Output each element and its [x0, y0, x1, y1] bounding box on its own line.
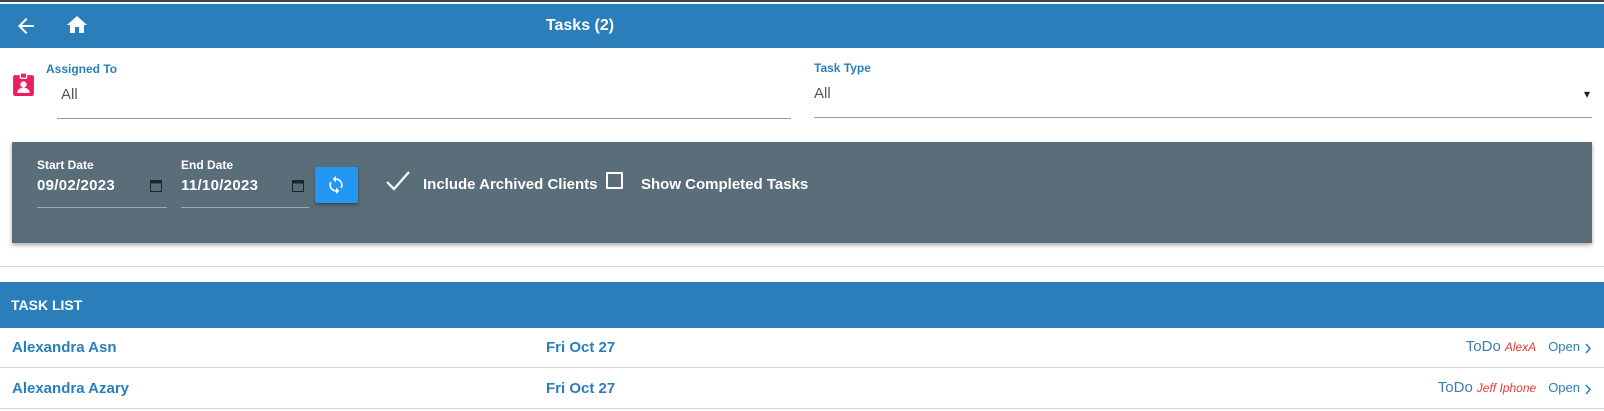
start-date-underline — [37, 207, 167, 208]
divider — [0, 266, 1604, 267]
task-assignee: Jeff Iphone — [1476, 381, 1537, 395]
task-date: Fri Oct 27 — [546, 380, 616, 397]
refresh-icon — [329, 175, 343, 195]
show-completed-checkbox[interactable] — [606, 172, 623, 189]
show-completed-label[interactable]: Show Completed Tasks — [641, 176, 808, 193]
include-archived-label[interactable]: Include Archived Clients — [423, 176, 598, 193]
task-list-title: TASK LIST — [11, 297, 83, 313]
task-date: Fri Oct 27 — [546, 339, 616, 356]
task-meta: ToDo Jeff Iphone Open — [1438, 379, 1592, 399]
assigned-to-field[interactable]: All — [56, 78, 791, 118]
task-row[interactable]: Alexandra Azary Fri Oct 27 ToDo Jeff Iph… — [0, 369, 1604, 409]
tasks-screen: Tasks (2) Assigned To All Task Type All … — [0, 0, 1604, 411]
task-type-label: Task Type — [814, 61, 871, 75]
task-meta: ToDo AlexA Open — [1466, 338, 1592, 358]
app-header: Tasks (2) — [0, 4, 1604, 48]
task-type-value: All — [814, 85, 831, 102]
task-assignee: AlexA — [1504, 340, 1537, 354]
chevron-right-icon[interactable] — [1584, 343, 1592, 354]
task-type-select[interactable]: All ▾ — [814, 78, 1592, 118]
end-date-underline — [181, 207, 309, 208]
person-badge-icon — [13, 72, 34, 96]
task-row[interactable]: Alexandra Asn Fri Oct 27 ToDo AlexA Open — [0, 328, 1604, 368]
end-date-label: End Date — [181, 158, 234, 172]
chevron-right-icon[interactable] — [1584, 384, 1592, 395]
start-date-value: 09/02/2023 — [37, 177, 116, 194]
end-date-input[interactable]: 11/10/2023 — [181, 172, 309, 207]
calendar-icon[interactable] — [150, 179, 162, 192]
task-list-header: TASK LIST — [0, 282, 1604, 328]
end-date-value: 11/10/2023 — [181, 177, 259, 194]
page-title: Tasks (2) — [545, 17, 615, 34]
open-link[interactable]: Open — [1548, 380, 1580, 395]
refresh-button[interactable] — [315, 167, 358, 203]
calendar-icon[interactable] — [292, 179, 304, 192]
task-type: ToDo — [1437, 379, 1473, 396]
assigned-to-label: Assigned To — [46, 62, 118, 76]
start-date-label: Start Date — [37, 158, 94, 172]
assigned-to-value: All — [61, 86, 78, 103]
task-type-underline — [814, 117, 1592, 118]
chevron-down-icon: ▾ — [1583, 87, 1590, 101]
assigned-to-underline — [57, 118, 791, 119]
include-archived-checkbox[interactable] — [385, 170, 411, 192]
open-link[interactable]: Open — [1548, 339, 1580, 354]
filter-section: Assigned To All Task Type All ▾ — [0, 48, 1604, 134]
date-filter-panel: Start Date 09/02/2023 End Date 11/10/202… — [12, 142, 1592, 243]
task-type: ToDo — [1465, 338, 1501, 355]
task-client-name: Alexandra Asn — [12, 339, 117, 356]
start-date-input[interactable]: 09/02/2023 — [37, 172, 167, 207]
task-client-name: Alexandra Azary — [12, 380, 129, 397]
